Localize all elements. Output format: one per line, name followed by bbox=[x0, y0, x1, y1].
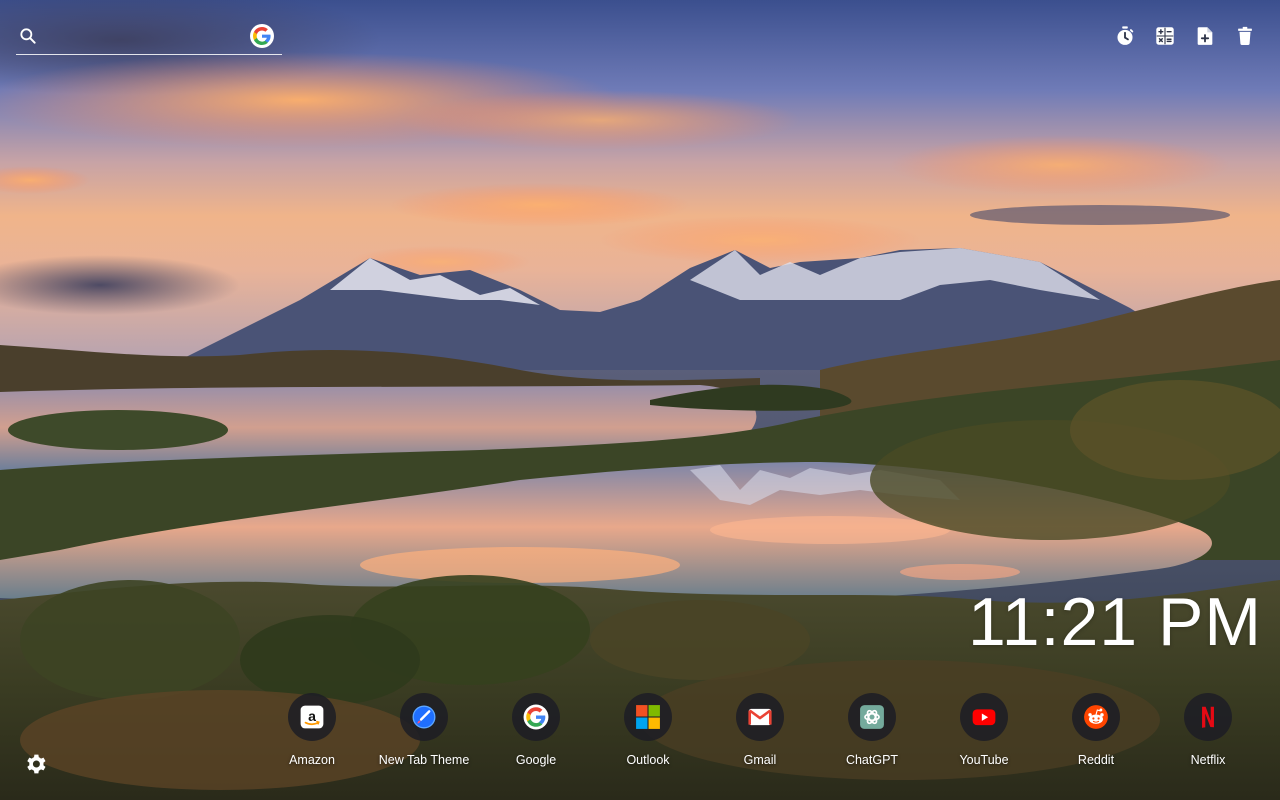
shortcut-reddit[interactable]: Reddit bbox=[1040, 693, 1152, 767]
shortcut-label: YouTube bbox=[959, 753, 1009, 767]
shortcut-icon-container: a bbox=[288, 693, 336, 741]
top-toolbar bbox=[1114, 24, 1256, 48]
chatgpt-icon bbox=[860, 705, 884, 729]
calculator-button[interactable] bbox=[1154, 24, 1176, 48]
shortcut-new-tab-theme[interactable]: New Tab Theme bbox=[368, 693, 480, 767]
shortcut-amazon[interactable]: a Amazon bbox=[256, 693, 368, 767]
shortcut-icon-container bbox=[624, 693, 672, 741]
shortcut-label: New Tab Theme bbox=[378, 753, 470, 767]
youtube-icon bbox=[972, 709, 996, 726]
search-icon[interactable] bbox=[18, 26, 38, 46]
shortcut-icon-container bbox=[736, 693, 784, 741]
search-engine-google-button[interactable] bbox=[250, 24, 274, 48]
shortcut-google[interactable]: Google bbox=[480, 693, 592, 767]
shortcut-chatgpt[interactable]: ChatGPT bbox=[816, 693, 928, 767]
google-icon bbox=[523, 704, 549, 730]
shortcut-gmail[interactable]: Gmail bbox=[704, 693, 816, 767]
add-note-button[interactable] bbox=[1194, 24, 1216, 48]
wallpaper-image bbox=[0, 0, 1280, 800]
gmail-icon bbox=[748, 708, 772, 726]
shortcut-icon-container bbox=[1184, 693, 1232, 741]
shortcuts-bar: a Amazon New Tab Theme Google Outlook Gm… bbox=[256, 693, 1272, 773]
shortcut-label: Google bbox=[515, 753, 557, 767]
amazon-icon: a bbox=[300, 705, 324, 729]
shortcut-label: Gmail bbox=[743, 753, 777, 767]
new-tab-theme-icon bbox=[412, 705, 436, 729]
note-add-icon bbox=[1197, 27, 1213, 45]
timer-button[interactable] bbox=[1114, 24, 1136, 48]
shortcut-icon-container bbox=[960, 693, 1008, 741]
trash-icon bbox=[1238, 26, 1252, 45]
shortcut-icon-container bbox=[848, 693, 896, 741]
svg-text:a: a bbox=[308, 708, 316, 724]
shortcut-label: Amazon bbox=[289, 753, 335, 767]
clock-display: 11:21 PM bbox=[967, 584, 1262, 660]
search-input[interactable] bbox=[46, 24, 250, 50]
reddit-icon bbox=[1084, 705, 1108, 729]
netflix-icon bbox=[1202, 706, 1214, 728]
shortcut-label: Outlook bbox=[626, 753, 670, 767]
shortcut-label: ChatGPT bbox=[845, 753, 899, 767]
shortcut-label: Reddit bbox=[1077, 753, 1115, 767]
microsoft-icon bbox=[636, 705, 660, 729]
search-bar[interactable] bbox=[16, 20, 282, 55]
settings-button[interactable] bbox=[24, 752, 48, 776]
shortcut-youtube[interactable]: YouTube bbox=[928, 693, 1040, 767]
trash-button[interactable] bbox=[1234, 24, 1256, 48]
gear-icon bbox=[27, 754, 46, 774]
shortcut-outlook[interactable]: Outlook bbox=[592, 693, 704, 767]
shortcut-icon-container bbox=[512, 693, 560, 741]
shortcut-label: Netflix bbox=[1190, 753, 1226, 767]
shortcut-icon-container bbox=[400, 693, 448, 741]
stopwatch-icon bbox=[1117, 26, 1134, 45]
shortcut-icon-container bbox=[1072, 693, 1120, 741]
shortcut-netflix[interactable]: Netflix bbox=[1152, 693, 1264, 767]
new-tab-page: 11:21 PM a Amazon New Tab Theme Google O… bbox=[0, 0, 1280, 800]
calculator-icon bbox=[1156, 27, 1174, 45]
google-icon bbox=[253, 27, 271, 45]
